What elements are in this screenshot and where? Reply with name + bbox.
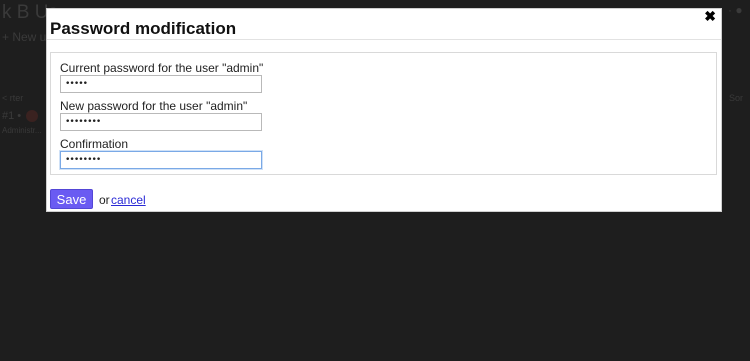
new-password-input[interactable]: ••••••••	[60, 113, 262, 131]
background-sort-label: Sor	[729, 93, 744, 103]
background-avatar	[26, 110, 38, 122]
background-row-id: #1 •	[2, 110, 22, 122]
close-icon[interactable]: ✖	[704, 9, 716, 23]
password-form: Current password for the user "admin" ••…	[50, 52, 717, 175]
modal-title: Password modification	[50, 19, 237, 38]
confirmation-input[interactable]: ••••••••	[60, 151, 262, 169]
background-filter-label: < rter	[2, 93, 24, 103]
password-modal: Password modification ✖ Current password…	[46, 8, 722, 212]
cancel-link[interactable]: cancel	[111, 193, 146, 207]
background-new-user-link: + New u	[2, 30, 47, 44]
background-user-menu: · ●	[728, 3, 743, 17]
current-password-input[interactable]: •••••	[60, 75, 262, 93]
or-text: or	[99, 193, 110, 207]
new-password-label: New password for the user "admin"	[60, 99, 248, 113]
background-row-role: Administr...	[2, 126, 42, 135]
modal-header: Password modification ✖	[47, 9, 721, 40]
current-password-label: Current password for the user "admin"	[60, 61, 264, 75]
confirmation-label: Confirmation	[60, 137, 129, 151]
save-button[interactable]: Save	[50, 189, 93, 209]
